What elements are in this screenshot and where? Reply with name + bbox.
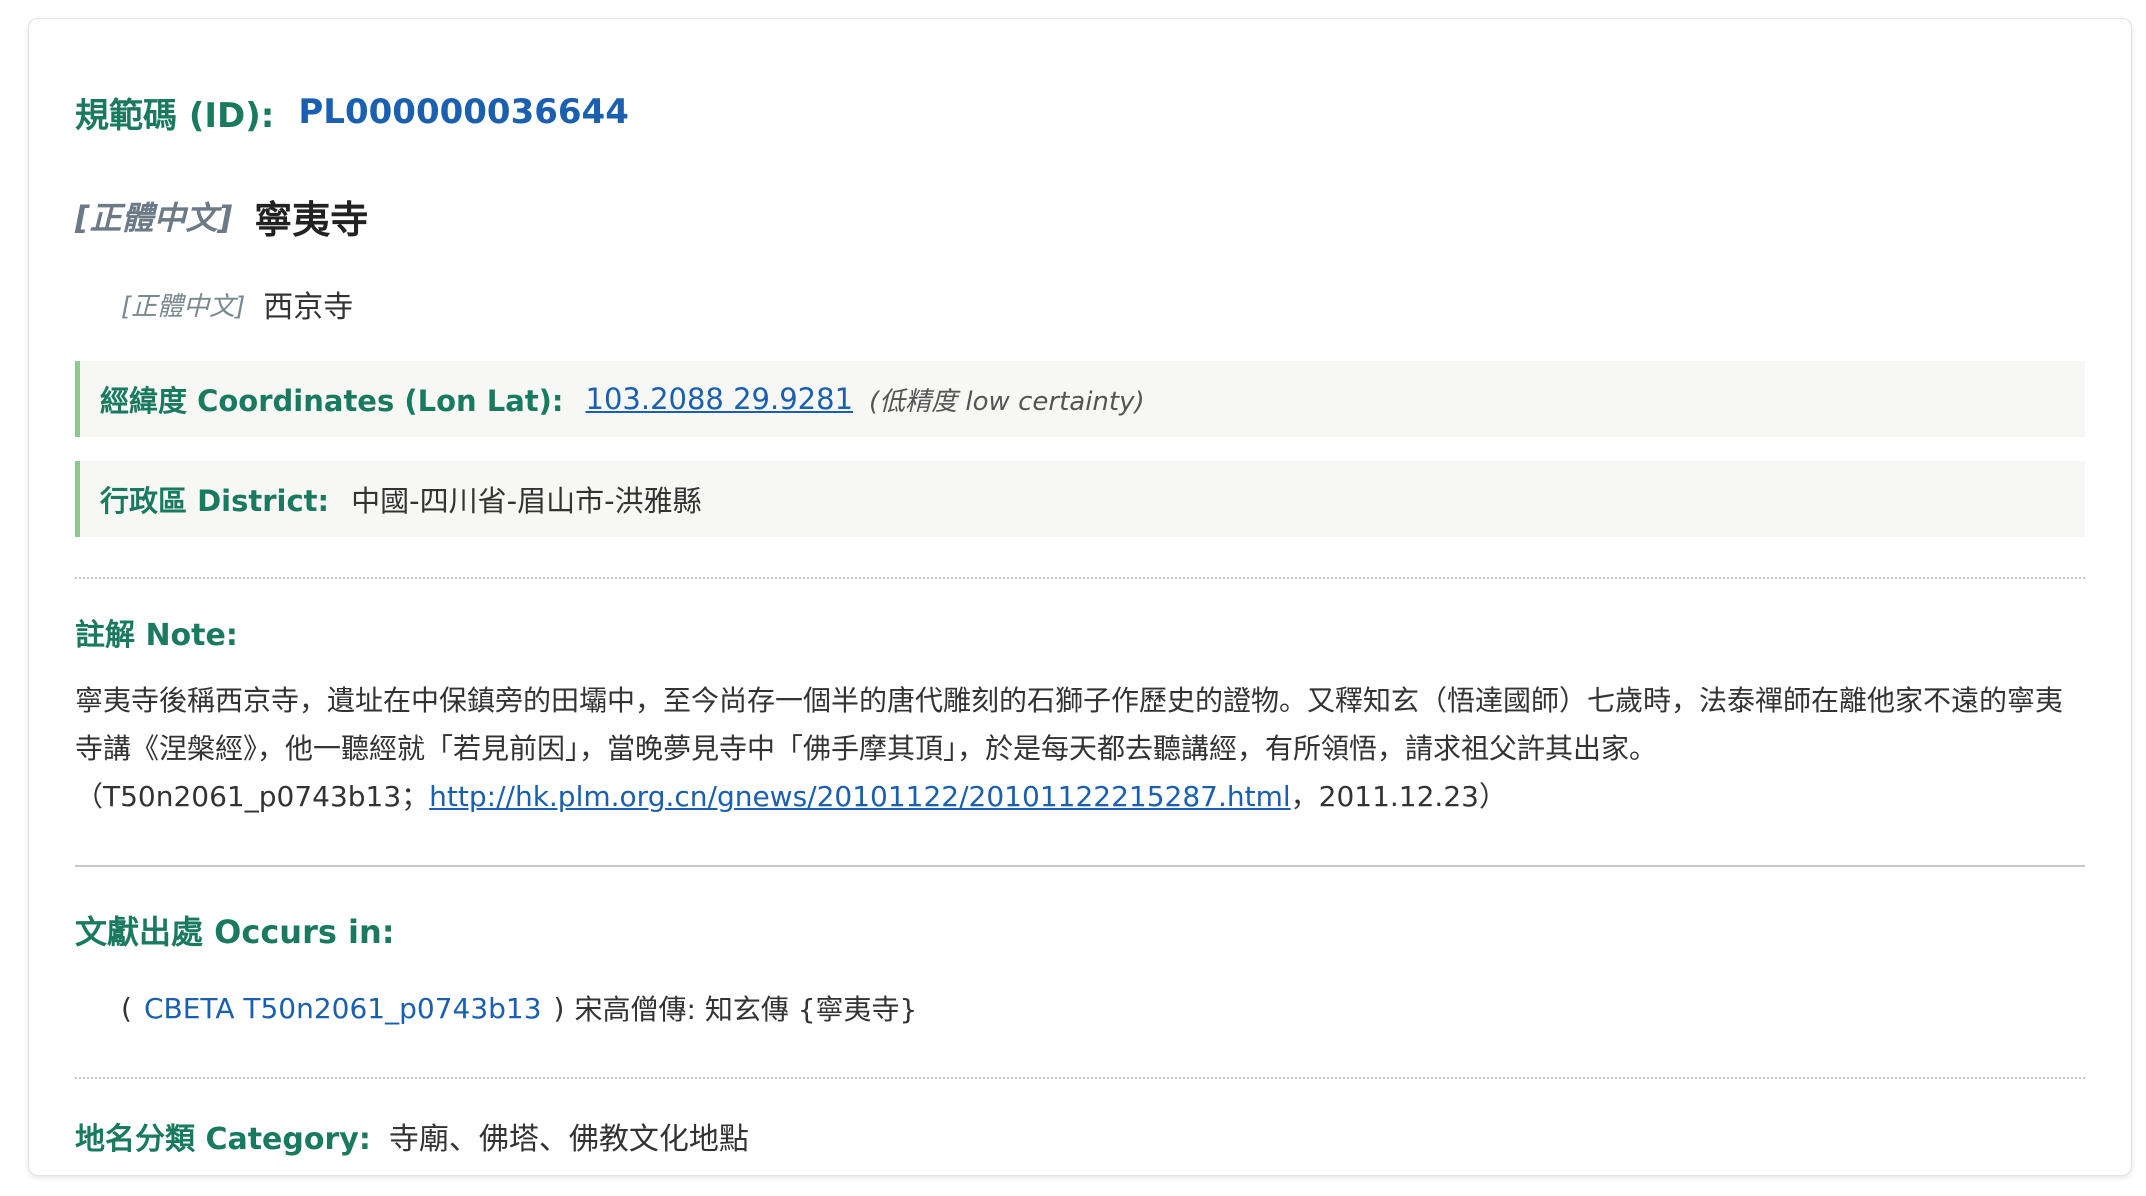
note-ref-suffix: ，2011.12.23） [1290,780,1507,813]
id-value: PL000000036644 [298,92,629,132]
district-value: 中國-四川省-眉山市-洪雅縣 [351,484,702,518]
cbeta-link[interactable]: CBETA T50n2061_p0743b13 [144,992,542,1025]
divider [75,1077,2085,1079]
note-text: 寧夷寺後稱西京寺，遺址在中保鎮旁的田壩中，至今尚存一個半的唐代雕刻的石獅子作歷史… [75,684,2064,765]
occurs-open-paren: ( [121,991,132,1025]
occurs-close-paren: ) [553,991,565,1025]
primary-lang-tag: [正體中文] [75,199,233,237]
divider [75,577,2085,579]
alt-lang-tag: [正體中文] [121,291,246,322]
id-row: 規範碼 (ID): PL000000036644 [75,69,2085,155]
category-row: 地名分類 Category: 寺廟、佛塔、佛教文化地點 [75,1109,2085,1163]
occurs-section: 文獻出處 Occurs in: [75,903,2085,957]
occurs-label: 文獻出處 Occurs in: [75,913,395,951]
occurs-source: 宋高僧傳: 知玄傳 {寧夷寺} [574,993,918,1026]
occurs-item: ( CBETA T50n2061_p0743b13 ) 宋高僧傳: 知玄傳 {寧… [75,981,2085,1035]
note-ref-link[interactable]: http://hk.plm.org.cn/gnews/20101122/2010… [429,780,1290,813]
section-divider [75,865,2085,867]
coordinates-box: 經緯度 Coordinates (Lon Lat): 103.2088 29.9… [75,361,2085,437]
note-label: 註解 Note: [75,618,238,653]
district-label: 行政區 District: [100,484,330,518]
category-label: 地名分類 Category: [75,1122,371,1157]
coordinates-certainty: (低精度 low certainty) [869,386,1145,417]
alt-name: 西京寺 [263,290,354,325]
coordinates-link[interactable]: 103.2088 29.9281 [586,382,854,416]
district-box: 行政區 District: 中國-四川省-眉山市-洪雅縣 [75,461,2085,537]
id-label: 規範碼 (ID): [75,95,275,136]
alt-name-row: [正體中文] 西京寺 [75,273,2085,335]
place-record-card: 規範碼 (ID): PL000000036644 [正體中文] 寧夷寺 [正體中… [28,18,2132,1176]
note-ref-prefix: （T50n2061_p0743b13； [75,780,430,813]
coordinates-label: 經緯度 Coordinates (Lon Lat): [100,384,564,418]
category-value: 寺廟、佛塔、佛教文化地點 [388,1122,749,1157]
note-section: 註解 Note: [75,607,2085,657]
primary-name-row: [正體中文] 寧夷寺 [75,179,2085,253]
note-reference: （T50n2061_p0743b13；http://hk.plm.org.cn/… [75,773,2085,821]
primary-name: 寧夷寺 [254,197,369,242]
